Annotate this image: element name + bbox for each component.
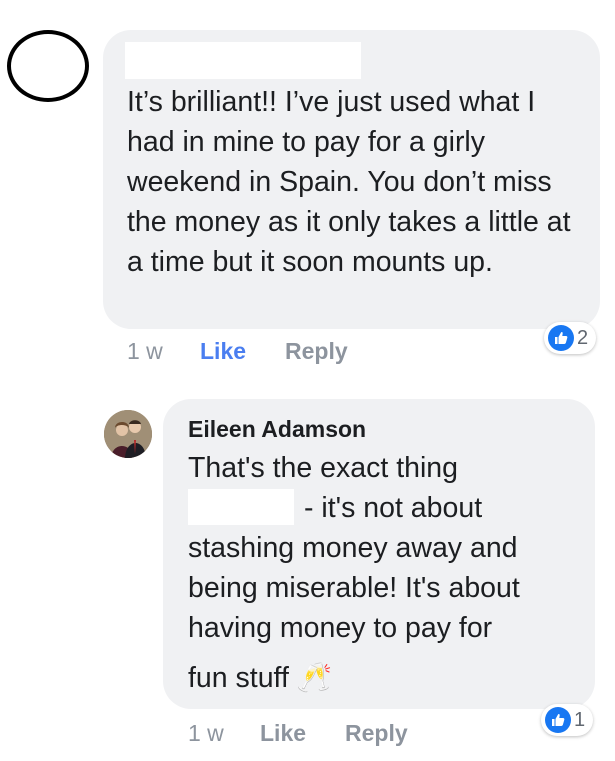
timestamp[interactable]: 1 w bbox=[188, 720, 224, 746]
comment-text: It’s brilliant!! I’ve just used what I h… bbox=[127, 86, 571, 278]
like-button[interactable]: Like bbox=[260, 718, 306, 748]
avatar[interactable] bbox=[7, 30, 89, 102]
comment-actions: 1 w bbox=[127, 336, 163, 366]
reply-text-line: having money to pay for bbox=[188, 612, 493, 644]
reaction-count: 1 bbox=[574, 708, 586, 731]
reply-button[interactable]: Reply bbox=[345, 718, 408, 748]
redacted-author-name bbox=[125, 42, 361, 79]
timestamp[interactable]: 1 w bbox=[127, 338, 163, 364]
reaction-badge[interactable]: 2 bbox=[544, 322, 597, 354]
reply-text-line: - it's not about bbox=[188, 488, 583, 528]
like-button[interactable]: Like bbox=[200, 336, 246, 366]
reply-button[interactable]: Reply bbox=[285, 336, 348, 366]
avatar[interactable] bbox=[104, 410, 152, 458]
reply-text-line: fun stuff 🥂 bbox=[188, 661, 333, 694]
reply-text-line: That's the exact thing bbox=[188, 452, 459, 484]
author-name[interactable]: Eileen Adamson bbox=[188, 414, 366, 444]
redacted-mention bbox=[188, 489, 294, 525]
champagne-emoji-icon: 🥂 bbox=[296, 661, 333, 694]
reaction-count: 2 bbox=[577, 326, 589, 349]
reply-actions: 1 w bbox=[188, 718, 224, 748]
reply-text-line: being miserable! It's about bbox=[188, 572, 520, 604]
thumbs-up-icon bbox=[548, 325, 574, 351]
thumbs-up-icon bbox=[545, 707, 571, 733]
reaction-badge[interactable]: 1 bbox=[541, 704, 594, 736]
reply-text-line: stashing money away and bbox=[188, 532, 518, 564]
